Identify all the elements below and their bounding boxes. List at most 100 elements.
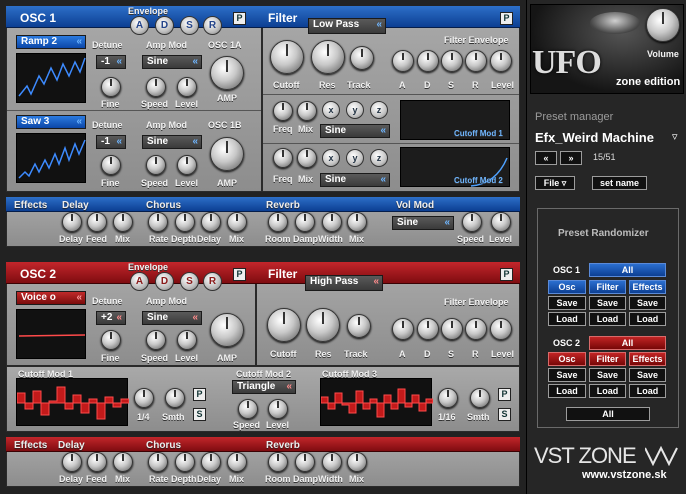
osc1a-amp-knob[interactable] (210, 56, 244, 90)
effects2-reverb-width-knob[interactable] (322, 452, 342, 472)
randomizer-osc2-filter-button[interactable]: Filter (589, 352, 626, 366)
randomizer-osc1-osc-button[interactable]: Osc (548, 280, 586, 294)
effects1-chorus-rate-knob[interactable] (148, 212, 168, 232)
effects2-delay-time-knob[interactable] (62, 452, 82, 472)
filter1-mod2-z-button[interactable]: z (370, 149, 388, 167)
osc1a-ampmod-select[interactable]: Sine « (142, 55, 202, 69)
randomizer-osc2-effects-button[interactable]: Effects (629, 352, 666, 366)
randomizer-osc1-all-button[interactable]: All (589, 263, 666, 277)
filter2-track-knob[interactable] (347, 314, 371, 338)
effects1-reverb-room-knob[interactable] (268, 212, 288, 232)
effects2-delay-mix-knob[interactable] (113, 452, 133, 472)
osc1-env-decay-button[interactable]: D (155, 16, 174, 35)
osc2-level-knob[interactable] (177, 330, 197, 350)
osc1a-fine-knob[interactable] (101, 77, 121, 97)
osc1a-speed-knob[interactable] (146, 77, 166, 97)
effects2-reverb-room-knob[interactable] (268, 452, 288, 472)
osc2-amp-knob[interactable] (210, 313, 244, 347)
cutoffmod1-rate-knob[interactable] (134, 388, 154, 408)
randomizer-osc2-load-effects-button[interactable]: Load (629, 384, 666, 398)
filter1-env-d-knob[interactable] (417, 50, 439, 72)
randomizer-osc2-save-filter-button[interactable]: Save (589, 368, 626, 382)
randomizer-osc2-save-effects-button[interactable]: Save (629, 368, 666, 382)
filter1-env-a-knob[interactable] (392, 50, 414, 72)
osc1a-wave-select[interactable]: Ramp 2 « (16, 35, 86, 49)
filter1-type-select[interactable]: Low Pass « (308, 18, 386, 34)
randomizer-all-button[interactable]: All (566, 407, 650, 421)
filter1-mod2-shape-select[interactable]: Sine « (320, 173, 390, 187)
filter2-env-r-knob[interactable] (465, 318, 487, 340)
osc2-env-decay-button[interactable]: D (155, 272, 174, 291)
randomizer-osc1-filter-button[interactable]: Filter (589, 280, 626, 294)
effects1-chorus-delay-knob[interactable] (201, 212, 221, 232)
effects1-reverb-damp-knob[interactable] (295, 212, 315, 232)
filter1-mod1-freq-knob[interactable] (273, 101, 293, 121)
effects1-reverb-width-knob[interactable] (322, 212, 342, 232)
filter1-track-knob[interactable] (350, 46, 374, 70)
effects2-reverb-damp-knob[interactable] (295, 452, 315, 472)
osc1a-detune-select[interactable]: -1 « (96, 55, 126, 69)
osc1-preset-button[interactable]: P (233, 12, 246, 25)
cutoffmod1-save-button[interactable]: S (193, 408, 206, 421)
filter1-mod2-freq-knob[interactable] (273, 148, 293, 168)
cutoffmod3-save-button[interactable]: S (498, 408, 511, 421)
effects1-volmod-level-knob[interactable] (491, 212, 511, 232)
cutoffmod3-rate-knob[interactable] (438, 388, 458, 408)
volume-knob[interactable] (646, 8, 680, 42)
filter1-mod2-y-button[interactable]: y (346, 149, 364, 167)
randomizer-osc1-save-osc-button[interactable]: Save (548, 296, 586, 310)
effects1-reverb-mix-knob[interactable] (347, 212, 367, 232)
filter1-cutoff-knob[interactable] (270, 40, 304, 74)
filter2-type-select[interactable]: High Pass « (305, 275, 383, 291)
osc1b-ampmod-select[interactable]: Sine « (142, 135, 202, 149)
effects1-delay-mix-knob[interactable] (113, 212, 133, 232)
filter2-env-level-knob[interactable] (490, 318, 512, 340)
effects1-chorus-depth-knob[interactable] (175, 212, 195, 232)
preset-menu-arrow-icon[interactable]: ▿ (672, 130, 678, 143)
effects1-chorus-mix-knob[interactable] (227, 212, 247, 232)
osc2-detune-select[interactable]: +2 « (96, 311, 126, 325)
filter2-cutoff-knob[interactable] (267, 308, 301, 342)
osc1b-wave-select[interactable]: Saw 3 « (16, 115, 86, 129)
randomizer-osc1-load-osc-button[interactable]: Load (548, 312, 586, 326)
effects1-delay-time-knob[interactable] (62, 212, 82, 232)
effects1-volmod-speed-knob[interactable] (462, 212, 482, 232)
randomizer-osc1-effects-button[interactable]: Effects (629, 280, 666, 294)
osc1b-amp-knob[interactable] (210, 137, 244, 171)
filter1-mod1-z-button[interactable]: z (370, 101, 388, 119)
osc2-env-sustain-button[interactable]: S (180, 272, 199, 291)
osc2-ampmod-select[interactable]: Sine « (142, 311, 202, 325)
effects2-chorus-mix-knob[interactable] (227, 452, 247, 472)
osc1b-fine-knob[interactable] (101, 155, 121, 175)
osc2-preset-button[interactable]: P (233, 268, 246, 281)
filter2-res-knob[interactable] (306, 308, 340, 342)
filter1-env-level-knob[interactable] (490, 50, 512, 72)
osc2-fine-knob[interactable] (101, 330, 121, 350)
filter1-mod1-shape-select[interactable]: Sine « (320, 124, 390, 138)
osc1b-level-knob[interactable] (177, 155, 197, 175)
effects1-volmod-select[interactable]: Sine « (392, 216, 454, 230)
effects2-reverb-mix-knob[interactable] (347, 452, 367, 472)
filter1-mod1-x-button[interactable]: x (322, 101, 340, 119)
preset-next-button[interactable]: » (560, 151, 582, 165)
effects2-delay-feed-knob[interactable] (87, 452, 107, 472)
osc1-env-attack-button[interactable]: A (130, 16, 149, 35)
filter1-mod1-mix-knob[interactable] (297, 101, 317, 121)
osc1-env-sustain-button[interactable]: S (180, 16, 199, 35)
osc1a-level-knob[interactable] (177, 77, 197, 97)
filter2-env-a-knob[interactable] (392, 318, 414, 340)
cutoffmod2-shape-select[interactable]: Triangle « (232, 380, 296, 394)
filter1-res-knob[interactable] (311, 40, 345, 74)
osc1b-detune-select[interactable]: -1 « (96, 135, 126, 149)
osc2-wave-select[interactable]: Voice o « (16, 291, 86, 305)
cutoffmod3-preset-button[interactable]: P (498, 388, 511, 401)
file-menu-button[interactable]: File ▿ (535, 176, 575, 190)
filter1-mod2-x-button[interactable]: x (322, 149, 340, 167)
set-name-button[interactable]: set name (592, 176, 647, 190)
cutoffmod2-level-knob[interactable] (268, 399, 288, 419)
cutoffmod1-preset-button[interactable]: P (193, 388, 206, 401)
filter1-mod1-y-button[interactable]: y (346, 101, 364, 119)
randomizer-osc2-save-osc-button[interactable]: Save (548, 368, 586, 382)
effects2-chorus-delay-knob[interactable] (201, 452, 221, 472)
randomizer-osc2-load-osc-button[interactable]: Load (548, 384, 586, 398)
